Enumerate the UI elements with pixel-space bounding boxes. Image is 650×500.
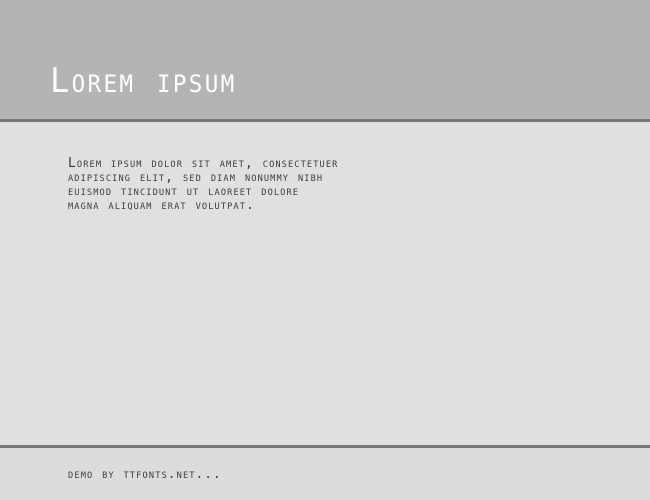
header-band: Lorem ipsum bbox=[0, 0, 650, 119]
font-specimen-page: Lorem ipsum Lorem ipsum dolor sit amet, … bbox=[0, 0, 650, 500]
footer-band: demo by ttfonts.net... bbox=[0, 448, 650, 500]
sample-line: Lorem ipsum dolor sit amet, consectetuer bbox=[68, 155, 339, 171]
sample-paragraph: Lorem ipsum dolor sit amet, consectetuer… bbox=[68, 156, 567, 212]
footer-credit-text: demo by ttfonts.net... bbox=[68, 467, 222, 482]
sample-line: magna aliquam erat volutpat. bbox=[68, 197, 255, 213]
sample-text-area: Lorem ipsum dolor sit amet, consectetuer… bbox=[0, 122, 650, 445]
sample-line: euismod tincidunt ut laoreet dolore bbox=[68, 183, 300, 199]
page-title: Lorem ipsum bbox=[50, 61, 237, 101]
sample-line: adipiscing elit, sed diam nonummy nibh bbox=[68, 169, 324, 185]
